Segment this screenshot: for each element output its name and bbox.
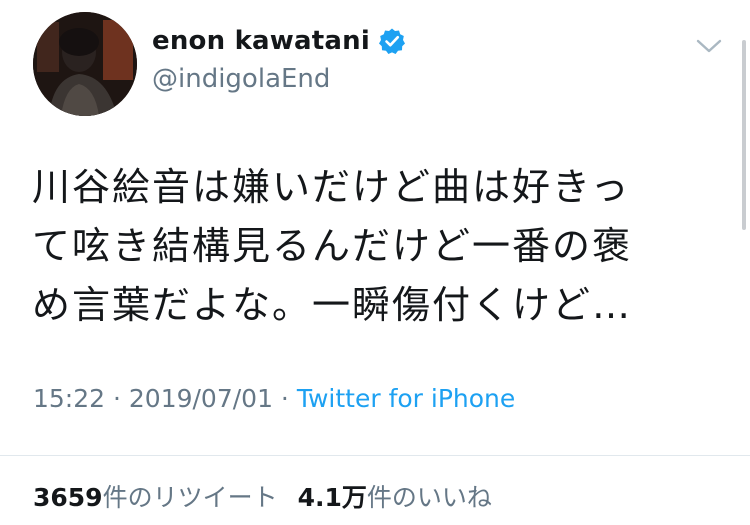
likes-count: 4.1万 xyxy=(297,483,367,512)
author-handle[interactable]: @indigolaEnd xyxy=(152,64,330,94)
tweet-stats: 3659件のリツイート 4.1万件のいいね xyxy=(33,478,492,514)
likes-label: 件のいいね xyxy=(366,483,492,512)
retweets-count: 3659 xyxy=(33,483,103,512)
meta-separator: · xyxy=(272,384,297,413)
tweet-text: 川谷絵音は嫌いだけど曲は好きっ て呟き結構見るんだけど一番の褒 め言葉だよな。一… xyxy=(32,165,633,327)
chevron-down-icon[interactable] xyxy=(696,36,722,56)
avatar-photo xyxy=(33,12,137,116)
scrollbar[interactable] xyxy=(742,40,746,230)
likes-stat[interactable]: 4.1万件のいいね xyxy=(298,483,492,512)
tweet-meta: 15:22 · 2019/07/01 · Twitter for iPhone xyxy=(33,384,515,413)
tweet-detail: enon kawatani @indigolaEnd 川谷絵音は嫌いだけど曲は好… xyxy=(0,0,750,525)
author-display-name[interactable]: enon kawatani xyxy=(152,26,406,56)
tweet-source-link[interactable]: Twitter for iPhone xyxy=(297,384,515,413)
meta-separator: · xyxy=(105,384,129,413)
verified-badge-icon xyxy=(378,27,406,55)
retweets-label: 件のリツイート xyxy=(102,483,278,512)
display-name-text[interactable]: enon kawatani xyxy=(152,26,370,56)
divider xyxy=(0,455,750,456)
tweet-time: 15:22 xyxy=(33,384,106,413)
retweets-stat[interactable]: 3659件のリツイート xyxy=(33,483,278,512)
avatar[interactable] xyxy=(33,12,137,116)
tweet-date: 2019/07/01 xyxy=(128,384,273,413)
